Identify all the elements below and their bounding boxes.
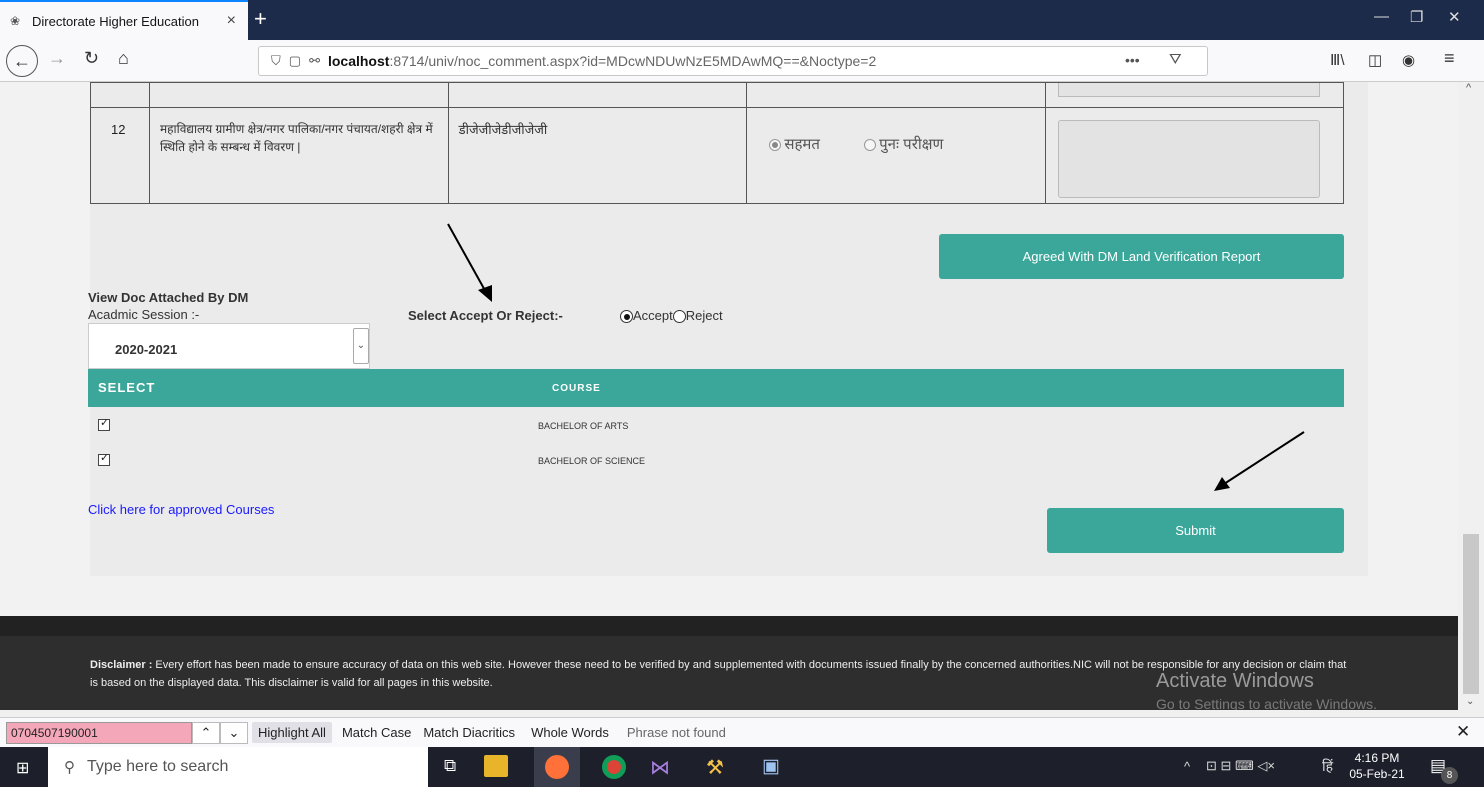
site-favicon-icon: ❀ bbox=[10, 14, 21, 28]
firefox-icon bbox=[545, 755, 569, 779]
match-case-toggle[interactable]: Match Case bbox=[342, 725, 411, 740]
whole-words-toggle[interactable]: Whole Words bbox=[531, 725, 609, 740]
pocket-icon[interactable]: ⛛ bbox=[1169, 51, 1182, 68]
find-status: Phrase not found bbox=[626, 725, 726, 740]
arrow-head bbox=[1214, 477, 1230, 491]
url-host: localhost bbox=[327, 53, 390, 69]
taskbar-clock[interactable]: 4:16 PM 05-Feb-21 bbox=[1342, 750, 1412, 782]
activate-windows-subtitle: Go to Settings to activate Windows. bbox=[1156, 696, 1377, 710]
back-button[interactable]: ← bbox=[6, 45, 38, 77]
find-bar: 0704507190001 ⌃ ⌄ Highlight All Match Ca… bbox=[0, 717, 1484, 747]
match-diacritics-toggle[interactable]: Match Diacritics bbox=[423, 725, 515, 740]
scroll-down-icon[interactable]: ⌄ bbox=[1466, 696, 1474, 707]
home-button[interactable]: ⌂ bbox=[118, 48, 129, 69]
shield-icon[interactable]: ⛉ bbox=[271, 53, 281, 69]
notification-count-badge: 8 bbox=[1441, 767, 1458, 784]
find-input[interactable]: 0704507190001 bbox=[6, 721, 192, 744]
word-icon[interactable]: ▣ bbox=[762, 755, 780, 778]
find-close-icon[interactable]: ✕ bbox=[1456, 722, 1470, 742]
highlight-all-toggle[interactable]: Highlight All bbox=[252, 722, 332, 743]
url-path: :8714/univ/noc_comment.aspx?id=MDcwNDUwN… bbox=[389, 53, 877, 69]
forward-button[interactable]: → bbox=[48, 48, 66, 69]
close-tab-icon[interactable]: × bbox=[227, 12, 236, 30]
clock-date: 05-Feb-21 bbox=[1349, 767, 1405, 781]
windows-start-icon[interactable]: ⊞ bbox=[16, 758, 29, 778]
arrow-line bbox=[447, 223, 488, 295]
task-view-icon[interactable]: ⧉ bbox=[444, 756, 456, 776]
minimize-icon[interactable]: — bbox=[1374, 8, 1389, 25]
tools-icon[interactable]: ⚒ bbox=[706, 755, 724, 780]
arrow-head bbox=[478, 285, 492, 302]
browser-tab-bar: ❀ Directorate Higher Education × + — ❐ ✕ bbox=[0, 0, 1484, 40]
windows-taskbar: ⊞ ⚲ Type here to search ⧉ ⋈ ⚒ ▣ ^ ⊡ ⊟ ⌨ … bbox=[0, 747, 1484, 787]
browser-tab[interactable]: ❀ Directorate Higher Education × bbox=[0, 0, 248, 40]
page-scrollbar[interactable]: ^ ⌄ bbox=[1458, 82, 1484, 710]
page-content: 12 महाविद्यालय ग्रामीण क्षेत्र/नगर पालिक… bbox=[0, 82, 1458, 710]
activate-windows-title: Activate Windows bbox=[1156, 670, 1314, 692]
visual-studio-icon[interactable]: ⋈ bbox=[650, 755, 670, 780]
window-close-icon[interactable]: ✕ bbox=[1448, 8, 1461, 26]
scroll-thumb[interactable] bbox=[1463, 534, 1479, 694]
menu-icon[interactable]: ≡ bbox=[1444, 48, 1455, 69]
url-bar[interactable]: ⛉ ▢ ⚯ localhost :8714/univ/noc_comment.a… bbox=[258, 46, 1208, 76]
new-tab-button[interactable]: + bbox=[254, 6, 267, 32]
reload-button[interactable]: ↻ bbox=[84, 48, 99, 69]
tray-expand-icon[interactable]: ^ bbox=[1184, 759, 1190, 774]
browser-nav-bar: ← → ↻ ⌂ ⛉ ▢ ⚯ localhost :8714/univ/noc_c… bbox=[0, 40, 1484, 82]
clock-time: 4:16 PM bbox=[1354, 751, 1400, 765]
taskbar-search-placeholder: Type here to search bbox=[87, 758, 229, 775]
arrow-line bbox=[1223, 431, 1305, 485]
disclaimer-label: Disclaimer : bbox=[90, 659, 153, 671]
page-actions-icon[interactable]: ••• bbox=[1125, 52, 1140, 68]
library-icon[interactable]: Ⅲ\ bbox=[1330, 51, 1345, 69]
tray-icons[interactable]: ⊡ ⊟ ⌨ ◁× bbox=[1206, 758, 1275, 774]
scroll-up-icon[interactable]: ^ bbox=[1466, 82, 1471, 94]
permissions-icon[interactable]: ⚯ bbox=[309, 53, 320, 69]
site-footer: Disclaimer : Every effort has been made … bbox=[0, 616, 1458, 710]
restore-icon[interactable]: ❐ bbox=[1410, 8, 1423, 26]
tab-title: Directorate Higher Education bbox=[32, 13, 199, 29]
find-next-button[interactable]: ⌄ bbox=[220, 721, 248, 744]
account-icon[interactable]: ◉ bbox=[1402, 51, 1415, 69]
find-previous-button[interactable]: ⌃ bbox=[192, 721, 220, 744]
sidebar-icon[interactable]: ◫ bbox=[1368, 51, 1382, 69]
taskbar-search-box[interactable]: ⚲ Type here to search bbox=[48, 747, 428, 787]
page-info-icon[interactable]: ▢ bbox=[289, 53, 301, 69]
search-icon: ⚲ bbox=[64, 759, 75, 776]
input-language[interactable]: हिं bbox=[1322, 757, 1333, 776]
chrome-icon[interactable] bbox=[602, 755, 626, 779]
file-explorer-icon[interactable] bbox=[484, 755, 508, 777]
firefox-taskbar-button[interactable] bbox=[534, 747, 580, 787]
